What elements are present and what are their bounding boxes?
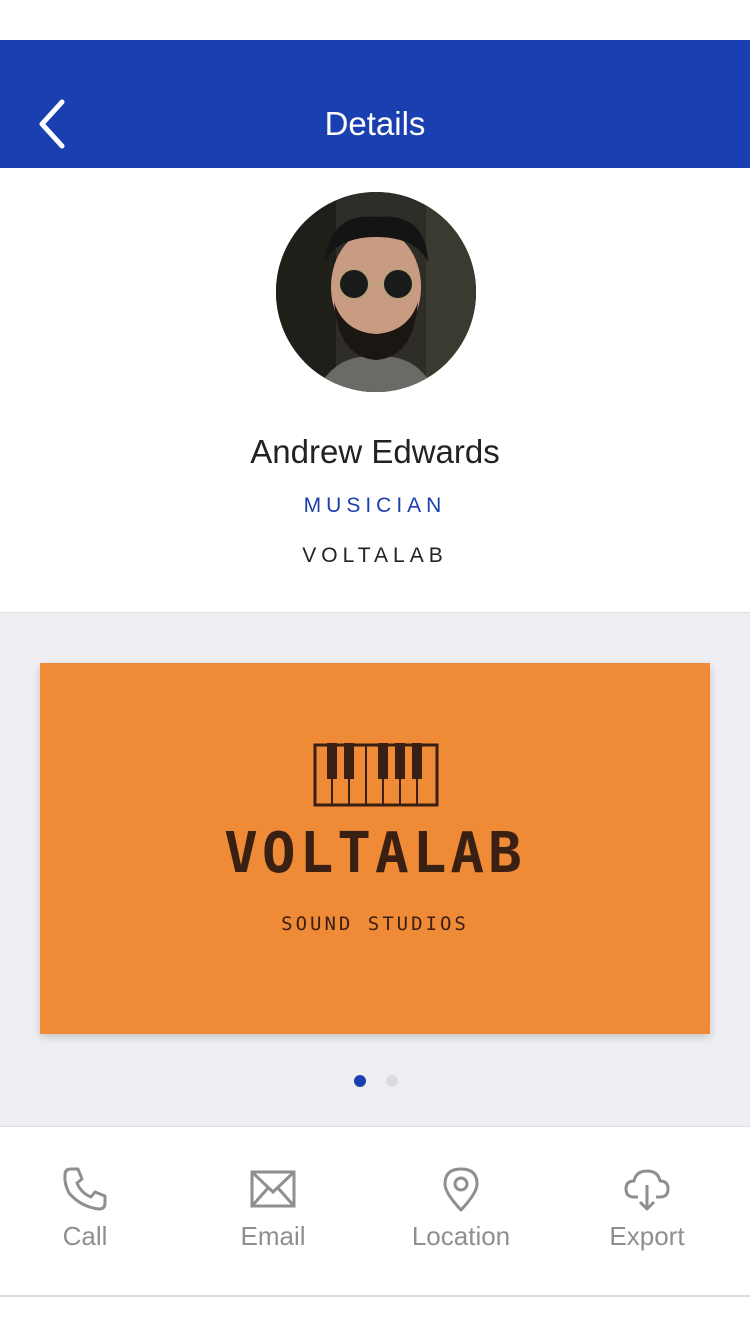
card-brand-text: VOLTALAB <box>224 821 526 886</box>
page-dot-1[interactable] <box>354 1075 366 1087</box>
location-button[interactable]: Location <box>376 1165 546 1265</box>
card-subtitle-text: SOUND STUDIOS <box>281 913 469 935</box>
page-dot-2[interactable] <box>386 1075 398 1087</box>
export-button[interactable]: Export <box>562 1165 732 1265</box>
piano-keys-logo <box>313 743 439 807</box>
profile-section: Andrew Edwards MUSICIAN VOLTALAB <box>0 168 750 612</box>
contact-name: Andrew Edwards <box>250 433 500 470</box>
business-card-carousel[interactable]: VOLTALAB SOUND STUDIOS <box>0 612 750 1127</box>
avatar <box>276 192 476 392</box>
email-button[interactable]: Email <box>188 1165 358 1265</box>
business-card-image[interactable]: VOLTALAB SOUND STUDIOS <box>40 663 710 1034</box>
phone-icon <box>63 1167 107 1211</box>
action-bar: Call Email Location Export <box>0 1127 750 1297</box>
envelope-icon <box>250 1170 296 1208</box>
navigation-bar: Details <box>0 40 750 168</box>
call-label: Call <box>62 1221 108 1251</box>
cloud-download-icon <box>624 1169 670 1211</box>
location-label: Location <box>411 1221 511 1251</box>
status-bar <box>0 0 750 40</box>
contact-role: MUSICIAN <box>303 494 447 517</box>
page-indicator[interactable] <box>0 1075 750 1089</box>
call-button[interactable]: Call <box>0 1165 170 1265</box>
map-pin-icon <box>443 1167 479 1212</box>
email-label: Email <box>240 1221 306 1251</box>
contact-company: VOLTALAB <box>302 544 448 567</box>
page-title: Details <box>324 105 426 142</box>
export-label: Export <box>609 1221 685 1251</box>
